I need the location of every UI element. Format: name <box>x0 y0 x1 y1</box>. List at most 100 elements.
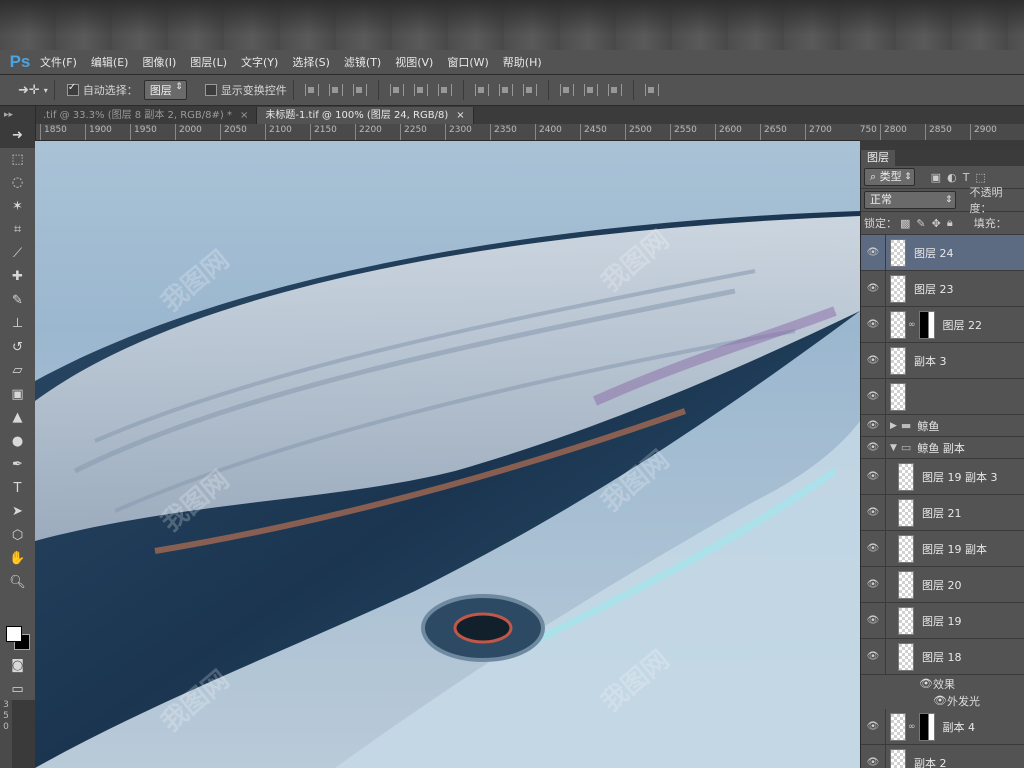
close-icon[interactable]: × <box>240 110 248 121</box>
healing-brush-tool-icon[interactable]: ✚ <box>0 265 35 289</box>
lock-transparent-icon[interactable]: ▩ <box>900 217 910 230</box>
align-left-icon[interactable] <box>389 84 404 96</box>
layer-item[interactable]: 👁︎ 图层 23 <box>861 271 1024 307</box>
eraser-tool-icon[interactable]: ▱ <box>0 359 35 383</box>
eye-icon[interactable]: 👁︎ <box>861 567 886 602</box>
crop-tool-icon[interactable]: ⌗ <box>0 218 35 242</box>
layer-filter-select[interactable]: ⌕ 类型 <box>864 168 915 186</box>
align-bottom-icon[interactable] <box>352 84 367 96</box>
clone-stamp-tool-icon[interactable]: ⊥ <box>0 312 35 336</box>
blend-mode-select[interactable]: 正常 <box>864 191 956 209</box>
collapse-arrow-icon[interactable]: ▼ <box>890 443 897 453</box>
dodge-tool-icon[interactable]: ● <box>0 430 35 454</box>
close-icon[interactable]: × <box>456 110 464 121</box>
filter-type-icon[interactable]: T <box>963 171 970 184</box>
distribute-vcenter-icon[interactable] <box>498 84 513 96</box>
layer-mask-thumbnail[interactable] <box>918 712 935 741</box>
eye-icon[interactable]: 👁︎ <box>861 459 886 494</box>
quick-mask-icon[interactable]: ◙ <box>0 654 35 678</box>
layer-item[interactable]: 👁︎ ∞ 图层 22 <box>861 307 1024 343</box>
align-right-icon[interactable] <box>437 84 452 96</box>
brush-tool-icon[interactable]: ✎ <box>0 289 35 313</box>
eye-icon[interactable]: 👁︎ <box>861 639 886 674</box>
chain-link-icon[interactable]: ∞ <box>908 320 916 330</box>
eyedropper-tool-icon[interactable]: ⟋ <box>0 242 35 266</box>
layer-item[interactable]: 👁︎ 副本 2 <box>861 745 1024 768</box>
layer-group[interactable]: 👁︎ ▼ ▭ 鲸鱼 副本 <box>861 437 1024 459</box>
align-top-icon[interactable] <box>304 84 319 96</box>
menu-file[interactable]: 文件(F) <box>40 54 77 70</box>
tool-preset-dropdown-icon[interactable]: ▾ <box>44 86 48 95</box>
blur-tool-icon[interactable]: ▲ <box>0 406 35 430</box>
filter-shape-icon[interactable]: ⬚ <box>975 171 985 184</box>
chain-link-icon[interactable]: ∞ <box>908 722 916 732</box>
distribute-bottom-icon[interactable] <box>522 84 537 96</box>
layer-item[interactable]: 👁︎ <box>861 379 1024 415</box>
lock-image-icon[interactable]: ✎ <box>916 217 925 230</box>
tab-document-1[interactable]: .tif @ 33.3% (图层 8 副本 2, RGB/8#) * × <box>35 107 258 124</box>
magic-wand-tool-icon[interactable]: ✶ <box>0 195 35 219</box>
menu-view[interactable]: 视图(V) <box>395 54 433 70</box>
marquee-tool-icon[interactable]: ⬚ <box>0 148 35 172</box>
eye-icon[interactable]: 👁︎ <box>861 531 886 566</box>
outer-glow-row[interactable]: 👁︎ 外发光 <box>861 692 1024 709</box>
history-brush-tool-icon[interactable]: ↺ <box>0 336 35 360</box>
eye-icon[interactable]: 👁︎ <box>919 677 933 690</box>
path-selection-tool-icon[interactable]: ➤ <box>0 500 35 524</box>
layer-item[interactable]: 👁︎ 图层 19 <box>861 603 1024 639</box>
eye-icon[interactable]: 👁︎ <box>933 694 947 707</box>
move-tool-icon[interactable]: ➜✛ <box>18 83 40 98</box>
gradient-tool-icon[interactable]: ▣ <box>0 383 35 407</box>
toolbox-collapse-icon[interactable]: ▸▸ <box>0 106 35 124</box>
eye-icon[interactable]: 👁︎ <box>861 745 886 768</box>
shape-tool-icon[interactable]: ⬡ <box>0 524 35 548</box>
distribute-top-icon[interactable] <box>474 84 489 96</box>
distribute-left-icon[interactable] <box>559 84 574 96</box>
filter-adjustment-icon[interactable]: ◐ <box>947 171 957 184</box>
layer-item[interactable]: 👁︎ 图层 19 副本 3 <box>861 459 1024 495</box>
type-tool-icon[interactable]: T <box>0 477 35 501</box>
auto-select-checkbox[interactable] <box>66 82 79 96</box>
menu-select[interactable]: 选择(S) <box>292 54 330 70</box>
eye-icon[interactable]: 👁︎ <box>861 437 886 458</box>
document-canvas[interactable]: 我图网 我图网 我图网 我图网 我图网 我图网 <box>35 141 860 768</box>
filter-pixel-icon[interactable]: ▣ <box>931 171 941 184</box>
eye-icon[interactable]: 👁︎ <box>861 379 886 414</box>
tab-document-2[interactable]: 未标题-1.tif @ 100% (图层 24, RGB/8) × <box>257 107 474 124</box>
expand-arrow-icon[interactable]: ▶ <box>890 421 897 431</box>
layers-tab[interactable]: 图层 <box>861 150 1024 166</box>
layer-item[interactable]: 👁︎ 图层 24 <box>861 235 1024 271</box>
show-transform-checkbox[interactable] <box>204 84 217 96</box>
pen-tool-icon[interactable]: ✒ <box>0 453 35 477</box>
menu-layer[interactable]: 图层(L) <box>190 54 227 70</box>
layer-group[interactable]: 👁︎ ▶ ▬ 鲸鱼 <box>861 415 1024 437</box>
zoom-tool-icon[interactable]: 🔍︎ <box>0 571 35 595</box>
align-vcenter-icon[interactable] <box>328 84 343 96</box>
distribute-hcenter-icon[interactable] <box>583 84 598 96</box>
lasso-tool-icon[interactable]: ◌ <box>0 171 35 195</box>
lock-all-icon[interactable]: 🔒︎ <box>947 216 953 230</box>
lock-position-icon[interactable]: ✥ <box>932 217 941 230</box>
move-tool-icon[interactable]: ➜ <box>0 124 35 148</box>
layer-item[interactable]: 👁︎ ∞ 副本 4 <box>861 709 1024 745</box>
eye-icon[interactable]: 👁︎ <box>861 495 886 530</box>
screen-mode-icon[interactable]: ▭ <box>0 678 35 702</box>
auto-align-icon[interactable] <box>644 84 659 96</box>
layer-item[interactable]: 👁︎ 副本 3 <box>861 343 1024 379</box>
eye-icon[interactable]: 👁︎ <box>861 603 886 638</box>
eye-icon[interactable]: 👁︎ <box>861 235 886 270</box>
auto-select-target-select[interactable]: 图层 <box>143 80 187 100</box>
eye-icon[interactable]: 👁︎ <box>861 271 886 306</box>
layer-item[interactable]: 👁︎ 图层 19 副本 <box>861 531 1024 567</box>
layer-item[interactable]: 👁︎ 图层 20 <box>861 567 1024 603</box>
layer-mask-thumbnail[interactable] <box>918 310 935 339</box>
eye-icon[interactable]: 👁︎ <box>861 415 886 436</box>
menu-filter[interactable]: 滤镜(T) <box>344 54 381 70</box>
menu-help[interactable]: 帮助(H) <box>503 54 542 70</box>
menu-image[interactable]: 图像(I) <box>142 54 176 70</box>
menu-type[interactable]: 文字(Y) <box>241 54 278 70</box>
eye-icon[interactable]: 👁︎ <box>861 709 886 744</box>
hand-tool-icon[interactable]: ✋ <box>0 547 35 571</box>
foreground-color-swatch[interactable] <box>6 626 22 642</box>
eye-icon[interactable]: 👁︎ <box>861 343 886 378</box>
